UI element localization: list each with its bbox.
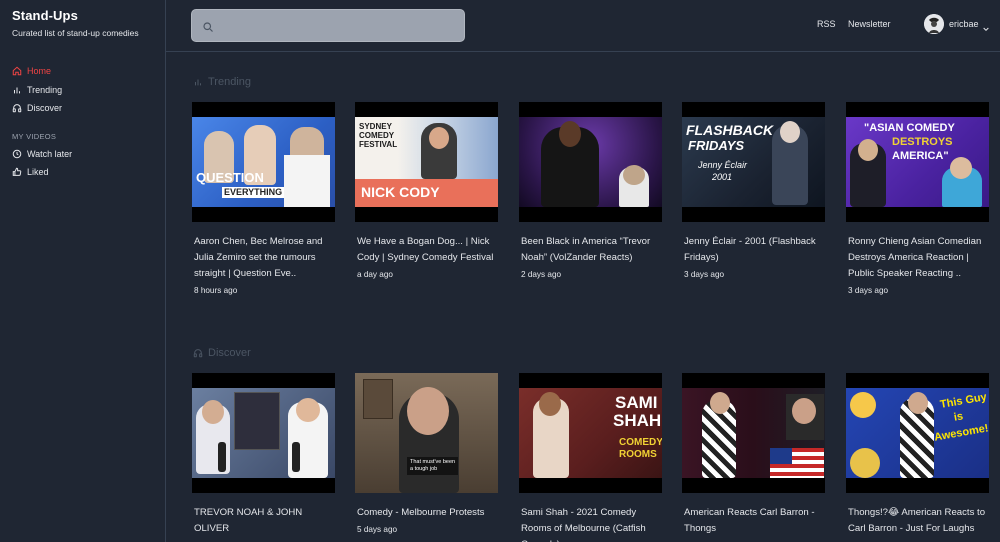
sidebar-item-label: Liked <box>27 167 49 178</box>
brand[interactable]: Stand-Ups Curated list of stand-up comed… <box>12 8 139 38</box>
video-card[interactable]: American Reacts Carl Barron - Thongs <box>682 373 825 537</box>
video-thumbnail[interactable]: That must've been a tough job <box>355 373 498 493</box>
video-time: a day ago <box>357 270 393 279</box>
video-title[interactable]: Comedy - Melbourne Protests <box>355 505 497 521</box>
top-header: RSS Newsletter ericbae <box>166 0 1000 52</box>
video-thumbnail[interactable] <box>192 373 335 493</box>
bar-chart-icon <box>193 77 203 87</box>
thumb-caption: SAMI <box>615 393 658 412</box>
video-title[interactable]: Jenny Éclair - 2001 (Flashback Fridays) <box>682 234 824 266</box>
newsletter-link[interactable]: Newsletter <box>848 19 891 29</box>
thumb-caption: "ASIAN COMEDY <box>864 122 955 134</box>
brand-subtitle: Curated list of stand-up comedies <box>12 28 139 38</box>
video-card[interactable]: "ASIAN COMEDY DESTROYS AMERICA" Ronny Ch… <box>846 102 989 295</box>
video-card[interactable]: SYDNEY COMEDY FESTIVAL NICK CODY We Have… <box>355 102 498 279</box>
sidebar-item-watch-later[interactable]: Watch later <box>12 145 162 164</box>
sidebar-item-label: Watch later <box>27 148 73 159</box>
username: ericbae <box>949 19 979 29</box>
rss-link[interactable]: RSS <box>817 19 836 29</box>
video-title[interactable]: Aaron Chen, Bec Melrose and Julia Zemiro… <box>192 234 334 282</box>
thumb-caption: SHAH <box>613 411 662 430</box>
chevron-down-icon <box>982 20 990 32</box>
thumb-caption: is <box>952 410 965 424</box>
video-time: 3 days ago <box>684 270 725 279</box>
thumb-caption: SYDNEY COMEDY FESTIVAL <box>359 122 398 149</box>
thumb-caption: QUESTION <box>196 170 264 185</box>
video-card[interactable]: Been Black in America “Trevor Noah” (Vol… <box>519 102 662 279</box>
section-title-trending: Trending <box>193 76 251 88</box>
search-input[interactable] <box>220 10 460 41</box>
video-title[interactable]: TREVOR NOAH & JOHN OLIVER <box>192 505 334 537</box>
video-title[interactable]: Ronny Chieng Asian Comedian Destroys Ame… <box>846 234 988 282</box>
sidebar-item-trending[interactable]: Trending <box>12 81 162 100</box>
thumb-caption: FLASHBACK <box>686 122 774 138</box>
video-time: 2 days ago <box>521 270 562 279</box>
thumb-caption: EVERYTHING <box>222 187 285 198</box>
thumb-caption: This Guy <box>939 391 988 412</box>
sidebar-item-label: Home <box>27 66 52 77</box>
avatar[interactable] <box>924 14 944 34</box>
thumb-caption: Awesome! <box>933 422 989 444</box>
thumbs-up-icon <box>12 167 22 177</box>
thumb-caption: 2001 <box>712 172 733 182</box>
sidebar-item-discover[interactable]: Discover <box>12 99 162 118</box>
headphones-icon <box>193 348 203 358</box>
sidebar: Stand-Ups Curated list of stand-up comed… <box>0 0 166 542</box>
video-title[interactable]: Thongs!?😂 American Reacts to Carl Barron… <box>846 505 988 537</box>
thumb-caption: DESTROYS <box>892 136 953 148</box>
thumb-caption: AMERICA" <box>892 150 949 162</box>
video-card[interactable]: That must've been a tough job Comedy - Me… <box>355 373 498 534</box>
thumb-caption: COMEDY <box>619 437 662 448</box>
thumb-caption: ROOMS <box>619 449 657 460</box>
video-title[interactable]: Been Black in America “Trevor Noah” (Vol… <box>519 234 661 266</box>
search-icon <box>202 20 214 32</box>
thumb-caption: NICK CODY <box>361 184 440 200</box>
video-card[interactable]: TREVOR NOAH & JOHN OLIVER <box>192 373 335 537</box>
video-thumbnail[interactable]: SYDNEY COMEDY FESTIVAL NICK CODY <box>355 102 498 222</box>
thumb-caption: FRIDAYS <box>688 138 745 153</box>
brand-title[interactable]: Stand-Ups <box>12 8 139 23</box>
section-title-discover: Discover <box>193 347 251 359</box>
headphones-icon <box>12 103 22 113</box>
video-title[interactable]: We Have a Bogan Dog... | Nick Cody | Syd… <box>355 234 497 266</box>
sidebar-nav: Home Trending Discover MY VIDEOS Watch l… <box>12 62 162 182</box>
sidebar-item-liked[interactable]: Liked <box>12 163 162 182</box>
video-thumbnail[interactable]: FLASHBACK FRIDAYS Jenny Éclair 2001 <box>682 102 825 222</box>
my-videos-heading: MY VIDEOS <box>12 131 57 141</box>
search-bar[interactable] <box>191 9 465 42</box>
home-icon <box>12 66 22 76</box>
video-thumbnail[interactable] <box>519 102 662 222</box>
sidebar-item-label: Discover <box>27 103 63 114</box>
user-menu[interactable]: ericbae <box>924 14 990 34</box>
sidebar-item-label: Trending <box>27 84 63 95</box>
video-thumbnail[interactable]: QUESTION EVERYTHING <box>192 102 335 222</box>
video-thumbnail[interactable]: This Guy is Awesome! <box>846 373 989 493</box>
thumb-caption: That must've been a tough job <box>407 457 459 476</box>
video-thumbnail[interactable]: SAMI SHAH COMEDY ROOMS <box>519 373 662 493</box>
video-card[interactable]: This Guy is Awesome! Thongs!?😂 American … <box>846 373 989 537</box>
video-thumbnail[interactable] <box>682 373 825 493</box>
video-card[interactable]: FLASHBACK FRIDAYS Jenny Éclair 2001 Jenn… <box>682 102 825 279</box>
video-title[interactable]: Sami Shah - 2021 Comedy Rooms of Melbour… <box>519 505 661 542</box>
video-time: 8 hours ago <box>194 286 238 295</box>
video-title[interactable]: American Reacts Carl Barron - Thongs <box>682 505 824 537</box>
video-time: 5 days ago <box>357 525 398 534</box>
clock-icon <box>12 149 22 159</box>
video-time: 3 days ago <box>848 286 889 295</box>
video-thumbnail[interactable]: "ASIAN COMEDY DESTROYS AMERICA" <box>846 102 989 222</box>
video-card[interactable]: SAMI SHAH COMEDY ROOMS Sami Shah - 2021 … <box>519 373 662 542</box>
sidebar-item-home[interactable]: Home <box>12 62 162 81</box>
video-card[interactable]: QUESTION EVERYTHING Aaron Chen, Bec Melr… <box>192 102 335 295</box>
bar-chart-icon <box>12 85 22 95</box>
thumb-caption: Jenny Éclair <box>698 160 748 170</box>
